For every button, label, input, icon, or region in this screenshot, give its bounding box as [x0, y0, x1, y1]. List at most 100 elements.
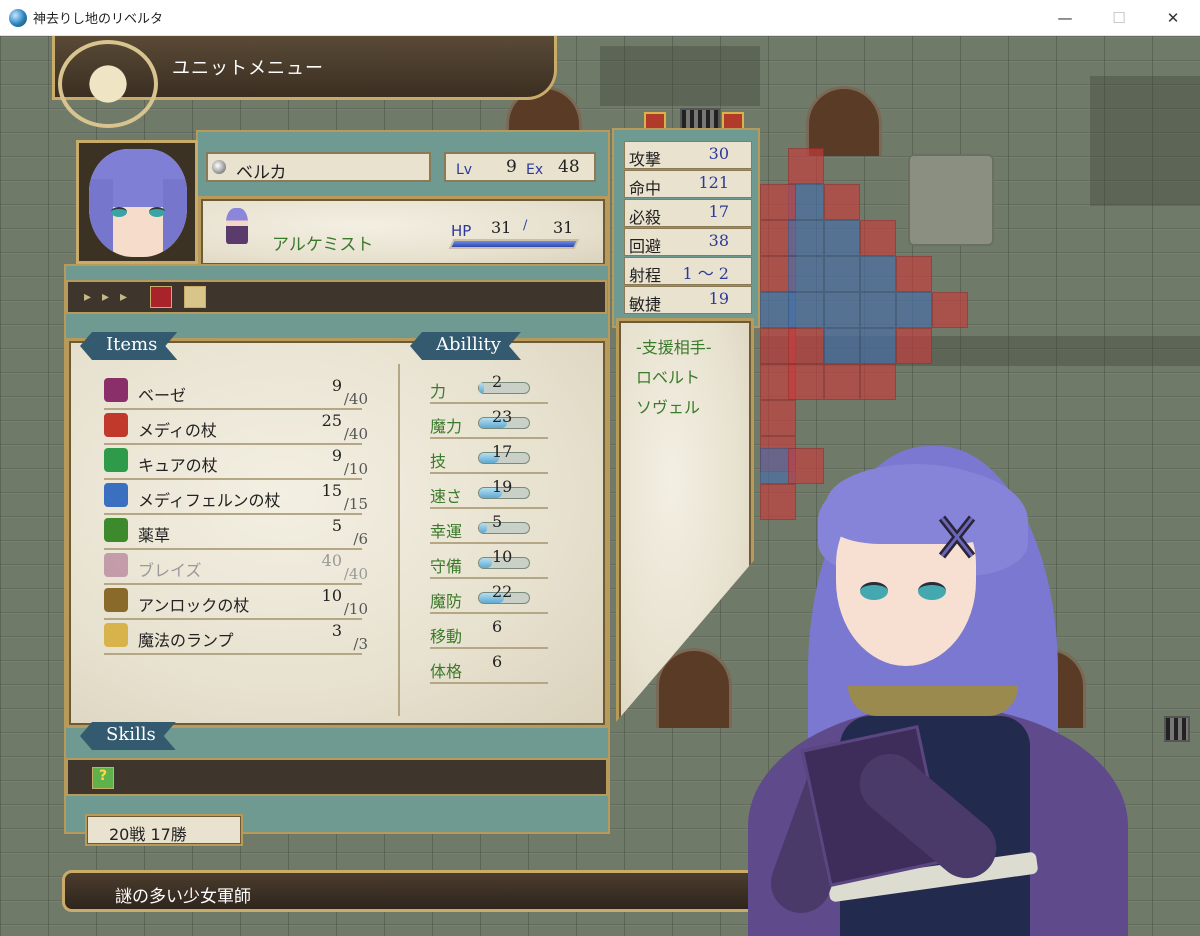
unknown-skill-icon[interactable]: ?: [92, 767, 114, 789]
move-range-tile[interactable]: [788, 220, 824, 256]
hair-ribbon-icon: [938, 515, 976, 559]
attack-range-tile[interactable]: [932, 292, 968, 328]
ability-label: 体格: [430, 662, 463, 681]
maximize-button[interactable]: ☐: [1092, 0, 1146, 36]
attack-range-tile[interactable]: [896, 256, 932, 292]
stat-label: 敏捷: [629, 295, 662, 314]
hp-max: 31: [553, 218, 574, 237]
ability-label: 速さ: [430, 487, 463, 506]
move-range-tile[interactable]: [824, 220, 860, 256]
stat-value: 38: [708, 231, 729, 250]
stat-row: 回避 38: [624, 228, 752, 256]
globe-app-icon: [9, 8, 27, 27]
unit-name-plate: ベルカ: [206, 152, 431, 183]
hp-current: 31: [491, 218, 512, 237]
item-uses: 25: [321, 411, 342, 430]
stat-label: 攻撃: [629, 150, 662, 169]
unit-name: ベルカ: [236, 163, 287, 183]
attack-range-tile[interactable]: [896, 328, 932, 364]
item-row[interactable]: メディフェルンの杖 15/15: [104, 481, 374, 515]
attack-range-tile[interactable]: [860, 364, 896, 400]
close-button[interactable]: ✕: [1146, 0, 1200, 36]
level-plate: Lv 9 Ex 48: [444, 152, 596, 182]
green-staff-icon: [104, 448, 128, 472]
class-panel: [198, 196, 608, 268]
item-name: メディフェルンの杖: [138, 491, 281, 510]
move-range-tile[interactable]: [824, 328, 860, 364]
item-row[interactable]: 魔法のランプ 3/3: [104, 621, 374, 655]
item-row[interactable]: ブレイズ 40/40: [104, 551, 374, 585]
move-range-tile[interactable]: [860, 328, 896, 364]
move-range-tile[interactable]: [788, 256, 824, 292]
item-row[interactable]: 薬草 5/6: [104, 516, 374, 550]
ability-value: 5: [492, 512, 503, 531]
minimize-button[interactable]: —: [1038, 0, 1092, 36]
move-range-tile[interactable]: [788, 292, 824, 328]
ability-row: 体格 6: [430, 650, 548, 684]
unlock-staff-icon: [104, 588, 128, 612]
scroll-quill-icon[interactable]: [184, 286, 206, 308]
unit-portrait: [76, 140, 198, 264]
attack-range-tile[interactable]: [860, 220, 896, 256]
item-row[interactable]: アンロックの杖 10/10: [104, 586, 374, 620]
item-row[interactable]: ベーゼ 9/40: [104, 376, 374, 410]
ability-label: 幸運: [430, 522, 463, 541]
item-uses: 9: [331, 446, 342, 465]
exp-value: 48: [558, 157, 580, 177]
support-partner: ロベルト: [636, 368, 701, 387]
move-range-tile[interactable]: [896, 292, 932, 328]
castle-window: [680, 108, 720, 130]
item-max-uses: /10: [343, 600, 368, 618]
item-max-uses: /15: [343, 495, 368, 513]
game-canvas[interactable]: ユニットメニュー ベルカ Lv 9 Ex 48 アルケミスト HP 31 / 3…: [0, 36, 1200, 936]
attack-range-tile[interactable]: [760, 184, 796, 220]
character-portrait-art: [748, 436, 1188, 936]
attack-range-tile[interactable]: [788, 148, 824, 184]
attack-range-tile[interactable]: [788, 364, 824, 400]
skills-bar: ?: [66, 758, 608, 796]
ability-value: 6: [492, 617, 503, 636]
stat-row: 攻撃 30: [624, 141, 752, 169]
ability-row: 力2: [430, 370, 548, 404]
tome-icon: [104, 553, 128, 577]
item-name: アンロックの杖: [138, 596, 250, 615]
exp-label: Ex: [526, 162, 544, 178]
ability-row: 守備 10: [430, 545, 548, 579]
arrow-icon: ▸: [84, 289, 92, 305]
item-row[interactable]: メディの杖 25/40: [104, 411, 374, 445]
item-name: 魔法のランプ: [138, 631, 234, 650]
item-name: メディの杖: [138, 421, 217, 440]
ability-label: 魔力: [430, 417, 463, 436]
spellbook-icon[interactable]: [150, 286, 172, 308]
ability-value: 19: [492, 477, 513, 496]
move-range-tile[interactable]: [860, 256, 896, 292]
stat-label: 必殺: [629, 208, 662, 227]
stat-value: 121: [698, 173, 729, 192]
attack-range-tile[interactable]: [760, 400, 796, 436]
hp-label: HP: [451, 222, 472, 240]
stat-label: 射程: [629, 266, 662, 285]
attack-range-tile[interactable]: [824, 364, 860, 400]
ability-label: 力: [430, 382, 447, 401]
move-range-tile[interactable]: [824, 256, 860, 292]
ability-section-label: Abillity: [410, 332, 521, 360]
ability-label: 魔防: [430, 592, 463, 611]
description-bar: 謎の多い少女軍師: [62, 870, 782, 912]
ability-label: 移動: [430, 627, 463, 646]
ability-gauge: [478, 522, 530, 534]
unit-class: アルケミスト: [272, 235, 374, 255]
item-max-uses: /6: [353, 530, 368, 548]
ability-row: 技 17: [430, 440, 548, 474]
attack-range-tile[interactable]: [824, 184, 860, 220]
ornament-swirl-icon: [58, 40, 158, 128]
castle-tower: [600, 46, 760, 106]
unit-sprite-icon: [226, 208, 248, 244]
battle-record-text: 20戦 17勝: [109, 825, 187, 844]
item-uses: 5: [331, 516, 342, 535]
item-max-uses: /3: [353, 635, 368, 653]
move-range-tile[interactable]: [860, 292, 896, 328]
move-range-tile[interactable]: [824, 292, 860, 328]
gargoyle-statue: [908, 154, 994, 246]
item-row[interactable]: キュアの杖 9/10: [104, 446, 374, 480]
attack-range-tile[interactable]: [788, 328, 824, 364]
